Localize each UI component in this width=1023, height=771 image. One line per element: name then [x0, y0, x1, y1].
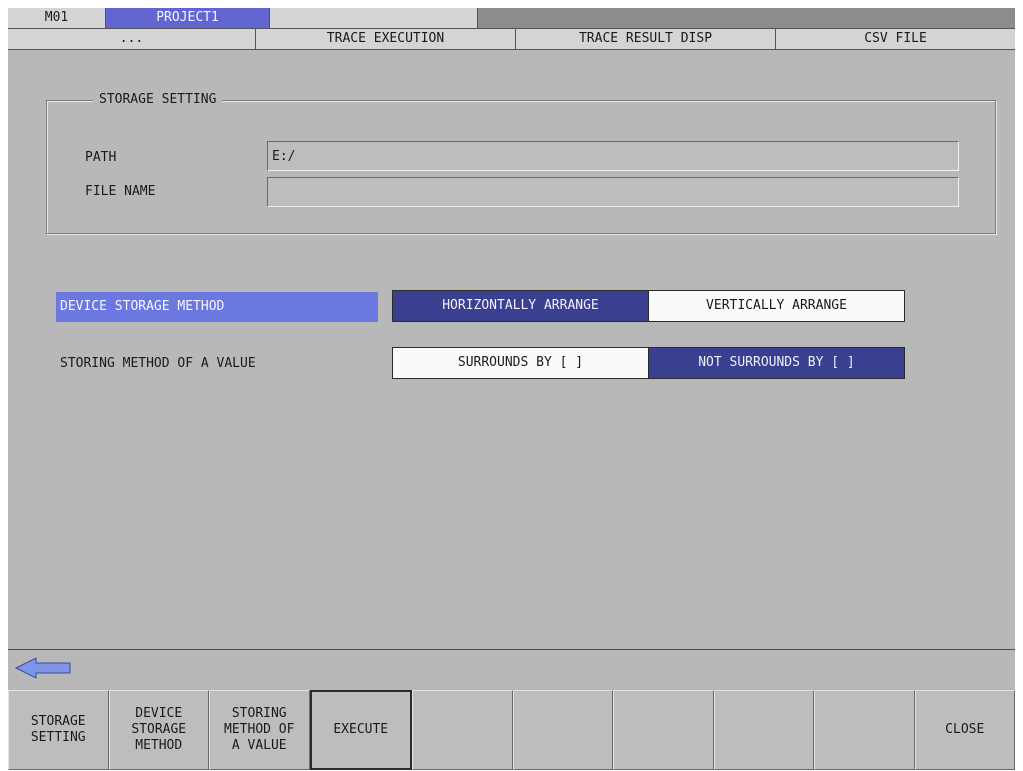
function-key-7[interactable] — [613, 690, 714, 770]
file-name-input[interactable] — [267, 177, 959, 207]
vertically-arrange-option[interactable]: VERTICALLY ARRANGE — [648, 290, 905, 322]
path-input[interactable] — [267, 141, 959, 171]
menu-bar: ... TRACE EXECUTION TRACE RESULT DISP CS… — [8, 28, 1015, 50]
function-key-9[interactable] — [814, 690, 915, 770]
storage-setting-group: STORAGE SETTING PATH FILE NAME — [46, 92, 996, 234]
storing-method-label: STORING METHOD OF A VALUE — [60, 356, 256, 371]
horizontally-arrange-option[interactable]: HORIZONTALLY ARRANGE — [392, 290, 649, 322]
close-key[interactable]: CLOSE — [914, 690, 1015, 770]
file-name-label: FILE NAME — [85, 184, 156, 199]
not-surrounds-by-brackets-option[interactable]: NOT SURROUNDS BY [ ] — [648, 347, 905, 379]
function-key-bar: STORAGE SETTING DEVICE STORAGE METHOD ST… — [8, 690, 1015, 770]
menu-item-more[interactable]: ... — [8, 29, 256, 49]
execute-key[interactable]: EXECUTE — [309, 690, 412, 770]
menu-item-csv-file[interactable]: CSV FILE — [776, 29, 1015, 49]
storing-method-key[interactable]: STORING METHOD OF A VALUE — [209, 690, 310, 770]
blank-tab — [270, 8, 478, 28]
menu-item-trace-result-disp[interactable]: TRACE RESULT DISP — [516, 29, 776, 49]
title-bar: M01 PROJECT1 — [8, 8, 1015, 28]
menu-item-trace-execution[interactable]: TRACE EXECUTION — [256, 29, 516, 49]
storage-setting-title: STORAGE SETTING — [93, 92, 223, 108]
function-key-8[interactable] — [713, 690, 814, 770]
device-storage-method-label: DEVICE STORAGE METHOD — [56, 292, 378, 322]
function-key-6[interactable] — [512, 690, 613, 770]
navigation-bar — [8, 649, 1015, 689]
machine-tab[interactable]: M01 — [8, 8, 106, 28]
surrounds-by-brackets-option[interactable]: SURROUNDS BY [ ] — [392, 347, 649, 379]
storage-setting-key[interactable]: STORAGE SETTING — [8, 690, 109, 770]
screen: M01 PROJECT1 ... TRACE EXECUTION TRACE R… — [8, 8, 1015, 770]
path-label: PATH — [85, 150, 117, 165]
device-storage-method-key[interactable]: DEVICE STORAGE METHOD — [108, 690, 209, 770]
left-arrow-icon[interactable] — [14, 656, 74, 680]
function-key-5[interactable] — [412, 690, 513, 770]
project-tab[interactable]: PROJECT1 — [106, 8, 270, 28]
